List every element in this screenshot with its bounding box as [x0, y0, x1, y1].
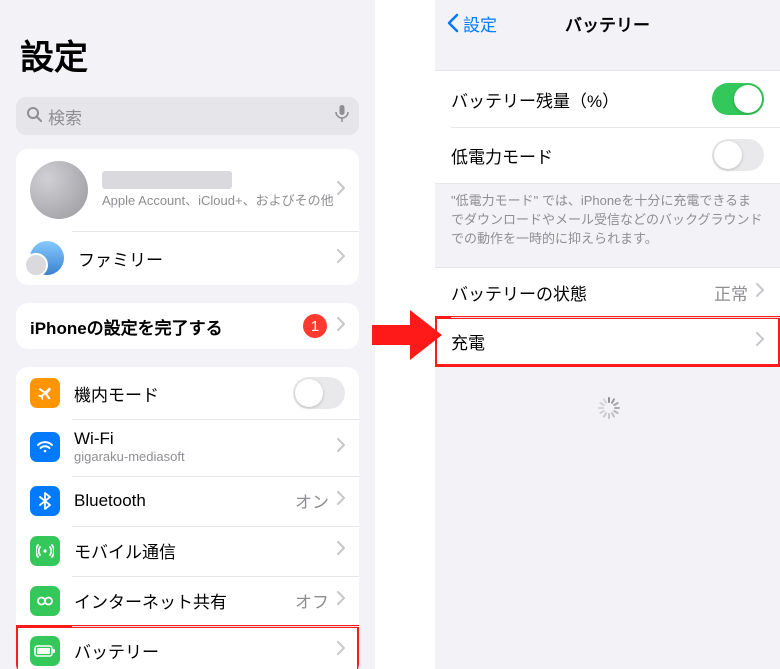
setup-group: iPhoneの設定を完了する 1: [16, 303, 359, 349]
battery-screen: 設定 バッテリー バッテリー残量（%） 低電力モード "低電力モード" では、i…: [435, 0, 780, 669]
hotspot-icon: [30, 586, 60, 616]
battery-health-row[interactable]: バッテリーの状態 正常: [435, 268, 780, 317]
family-avatar-icon: [30, 241, 64, 275]
charging-label: 充電: [451, 329, 756, 354]
airplane-toggle[interactable]: [293, 377, 345, 409]
chevron-right-icon: [337, 541, 345, 560]
battery-icon: [30, 636, 60, 666]
bluetooth-icon: [30, 486, 60, 516]
family-row[interactable]: ファミリー: [16, 231, 359, 285]
hotspot-label: インターネット共有: [74, 588, 295, 613]
lowpower-row[interactable]: 低電力モード: [435, 127, 780, 183]
chevron-right-icon: [337, 249, 345, 268]
loading-spinner-icon: [597, 397, 619, 419]
chevron-right-icon: [337, 591, 345, 610]
wifi-row[interactable]: Wi-Fi gigaraku-mediasoft: [16, 419, 359, 476]
lowpower-toggle[interactable]: [712, 139, 764, 171]
battery-info-group: バッテリーの状態 正常 充電: [435, 267, 780, 367]
battery-health-label: バッテリーの状態: [451, 280, 714, 305]
wifi-icon: [30, 432, 60, 462]
bluetooth-label: Bluetooth: [74, 491, 295, 511]
lowpower-footer: "低電力モード" では、iPhoneを十分に充電できるまでダウンロードやメール受…: [435, 184, 780, 267]
battery-row[interactable]: バッテリー: [16, 626, 359, 669]
battery-health-value: 正常: [714, 280, 748, 305]
battery-toggles-group: バッテリー残量（%） 低電力モード: [435, 70, 780, 184]
account-subtitle: Apple Account、iCloud+、およびその他: [102, 193, 337, 210]
transition-arrow-icon: [372, 300, 442, 370]
hotspot-value: オフ: [295, 588, 329, 613]
lowpower-label: 低電力モード: [451, 143, 712, 168]
page-title: 設定: [0, 0, 375, 89]
mic-icon[interactable]: [335, 105, 349, 128]
chevron-right-icon: [756, 332, 764, 351]
bluetooth-row[interactable]: Bluetooth オン: [16, 476, 359, 526]
connectivity-group: 機内モード Wi-Fi gigaraku-mediasoft Bluetooth…: [16, 367, 359, 669]
cellular-label: モバイル通信: [74, 538, 337, 563]
nav-bar: 設定 バッテリー: [435, 0, 780, 46]
search-placeholder: 検索: [48, 104, 335, 129]
finish-setup-row[interactable]: iPhoneの設定を完了する 1: [16, 303, 359, 349]
finish-setup-label: iPhoneの設定を完了する: [30, 314, 303, 339]
battery-percent-label: バッテリー残量（%）: [451, 87, 712, 112]
search-icon: [26, 106, 42, 127]
chevron-right-icon: [337, 491, 345, 510]
chevron-right-icon: [337, 641, 345, 660]
wifi-value: gigaraku-mediasoft: [74, 449, 337, 466]
battery-percent-toggle[interactable]: [712, 83, 764, 115]
family-label: ファミリー: [78, 246, 337, 271]
chevron-right-icon: [337, 181, 345, 200]
wifi-label: Wi-Fi: [74, 429, 337, 449]
battery-label: バッテリー: [74, 638, 337, 663]
chevron-right-icon: [337, 317, 345, 336]
account-group: Apple Account、iCloud+、およびその他 ファミリー: [16, 149, 359, 285]
airplane-label: 機内モード: [74, 381, 293, 406]
chevron-right-icon: [337, 438, 345, 457]
chevron-right-icon: [756, 283, 764, 302]
charging-row[interactable]: 充電: [435, 317, 780, 366]
account-name-redacted: [102, 171, 232, 189]
back-label: 設定: [463, 11, 497, 36]
airplane-row[interactable]: 機内モード: [16, 367, 359, 419]
cellular-row[interactable]: モバイル通信: [16, 526, 359, 576]
back-button[interactable]: 設定: [447, 11, 497, 36]
notification-badge: 1: [303, 314, 327, 338]
battery-percent-row[interactable]: バッテリー残量（%）: [435, 71, 780, 127]
airplane-icon: [30, 378, 60, 408]
avatar: [30, 161, 88, 219]
search-input[interactable]: 検索: [16, 97, 359, 135]
apple-account-row[interactable]: Apple Account、iCloud+、およびその他: [16, 149, 359, 231]
cellular-icon: [30, 536, 60, 566]
hotspot-row[interactable]: インターネット共有 オフ: [16, 576, 359, 626]
settings-screen: 設定 検索 Apple Account、iCloud+、およびその他 ファミリー: [0, 0, 375, 669]
bluetooth-value: オン: [295, 488, 329, 513]
